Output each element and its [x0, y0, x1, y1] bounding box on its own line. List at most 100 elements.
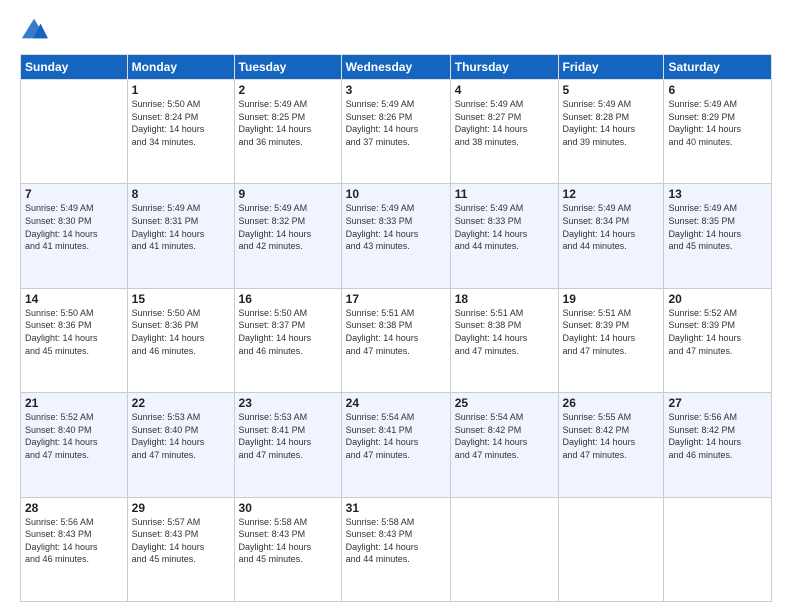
- day-info: Sunrise: 5:50 AMSunset: 8:36 PMDaylight:…: [132, 307, 230, 357]
- day-number: 25: [455, 396, 554, 410]
- day-number: 24: [346, 396, 446, 410]
- day-number: 11: [455, 187, 554, 201]
- day-number: 7: [25, 187, 123, 201]
- day-info: Sunrise: 5:56 AMSunset: 8:43 PMDaylight:…: [25, 516, 123, 566]
- calendar-week-row: 21Sunrise: 5:52 AMSunset: 8:40 PMDayligh…: [21, 393, 772, 497]
- calendar-cell: 16Sunrise: 5:50 AMSunset: 8:37 PMDayligh…: [234, 288, 341, 392]
- day-info: Sunrise: 5:49 AMSunset: 8:33 PMDaylight:…: [455, 202, 554, 252]
- day-info: Sunrise: 5:49 AMSunset: 8:29 PMDaylight:…: [668, 98, 767, 148]
- day-info: Sunrise: 5:53 AMSunset: 8:41 PMDaylight:…: [239, 411, 337, 461]
- day-number: 19: [563, 292, 660, 306]
- calendar-cell: [450, 497, 558, 601]
- day-number: 22: [132, 396, 230, 410]
- day-info: Sunrise: 5:56 AMSunset: 8:42 PMDaylight:…: [668, 411, 767, 461]
- weekday-header: Sunday: [21, 55, 128, 80]
- day-info: Sunrise: 5:52 AMSunset: 8:40 PMDaylight:…: [25, 411, 123, 461]
- day-number: 5: [563, 83, 660, 97]
- calendar-table: SundayMondayTuesdayWednesdayThursdayFrid…: [20, 54, 772, 602]
- calendar-cell: 3Sunrise: 5:49 AMSunset: 8:26 PMDaylight…: [341, 80, 450, 184]
- day-number: 8: [132, 187, 230, 201]
- day-info: Sunrise: 5:49 AMSunset: 8:27 PMDaylight:…: [455, 98, 554, 148]
- day-info: Sunrise: 5:49 AMSunset: 8:33 PMDaylight:…: [346, 202, 446, 252]
- day-number: 1: [132, 83, 230, 97]
- weekday-header: Wednesday: [341, 55, 450, 80]
- calendar-cell: 13Sunrise: 5:49 AMSunset: 8:35 PMDayligh…: [664, 184, 772, 288]
- day-info: Sunrise: 5:54 AMSunset: 8:42 PMDaylight:…: [455, 411, 554, 461]
- calendar-cell: 15Sunrise: 5:50 AMSunset: 8:36 PMDayligh…: [127, 288, 234, 392]
- day-info: Sunrise: 5:55 AMSunset: 8:42 PMDaylight:…: [563, 411, 660, 461]
- weekday-header: Monday: [127, 55, 234, 80]
- weekday-header: Tuesday: [234, 55, 341, 80]
- calendar-cell: 1Sunrise: 5:50 AMSunset: 8:24 PMDaylight…: [127, 80, 234, 184]
- day-info: Sunrise: 5:49 AMSunset: 8:32 PMDaylight:…: [239, 202, 337, 252]
- calendar-cell: 25Sunrise: 5:54 AMSunset: 8:42 PMDayligh…: [450, 393, 558, 497]
- day-number: 17: [346, 292, 446, 306]
- calendar-cell: 19Sunrise: 5:51 AMSunset: 8:39 PMDayligh…: [558, 288, 664, 392]
- calendar-cell: 12Sunrise: 5:49 AMSunset: 8:34 PMDayligh…: [558, 184, 664, 288]
- day-number: 10: [346, 187, 446, 201]
- day-info: Sunrise: 5:51 AMSunset: 8:39 PMDaylight:…: [563, 307, 660, 357]
- day-info: Sunrise: 5:50 AMSunset: 8:36 PMDaylight:…: [25, 307, 123, 357]
- day-number: 3: [346, 83, 446, 97]
- calendar-cell: 17Sunrise: 5:51 AMSunset: 8:38 PMDayligh…: [341, 288, 450, 392]
- calendar-cell: 29Sunrise: 5:57 AMSunset: 8:43 PMDayligh…: [127, 497, 234, 601]
- day-info: Sunrise: 5:51 AMSunset: 8:38 PMDaylight:…: [455, 307, 554, 357]
- calendar-cell: 21Sunrise: 5:52 AMSunset: 8:40 PMDayligh…: [21, 393, 128, 497]
- calendar-cell: [21, 80, 128, 184]
- calendar-cell: 31Sunrise: 5:58 AMSunset: 8:43 PMDayligh…: [341, 497, 450, 601]
- day-info: Sunrise: 5:51 AMSunset: 8:38 PMDaylight:…: [346, 307, 446, 357]
- calendar-cell: 4Sunrise: 5:49 AMSunset: 8:27 PMDaylight…: [450, 80, 558, 184]
- day-number: 21: [25, 396, 123, 410]
- calendar-cell: 18Sunrise: 5:51 AMSunset: 8:38 PMDayligh…: [450, 288, 558, 392]
- day-number: 27: [668, 396, 767, 410]
- day-number: 15: [132, 292, 230, 306]
- day-number: 13: [668, 187, 767, 201]
- day-number: 20: [668, 292, 767, 306]
- calendar-cell: 23Sunrise: 5:53 AMSunset: 8:41 PMDayligh…: [234, 393, 341, 497]
- day-number: 4: [455, 83, 554, 97]
- calendar-cell: 8Sunrise: 5:49 AMSunset: 8:31 PMDaylight…: [127, 184, 234, 288]
- calendar-cell: 24Sunrise: 5:54 AMSunset: 8:41 PMDayligh…: [341, 393, 450, 497]
- calendar-week-row: 1Sunrise: 5:50 AMSunset: 8:24 PMDaylight…: [21, 80, 772, 184]
- day-info: Sunrise: 5:50 AMSunset: 8:24 PMDaylight:…: [132, 98, 230, 148]
- day-number: 28: [25, 501, 123, 515]
- day-number: 14: [25, 292, 123, 306]
- weekday-header-row: SundayMondayTuesdayWednesdayThursdayFrid…: [21, 55, 772, 80]
- calendar-cell: [558, 497, 664, 601]
- calendar-cell: 7Sunrise: 5:49 AMSunset: 8:30 PMDaylight…: [21, 184, 128, 288]
- calendar-cell: 2Sunrise: 5:49 AMSunset: 8:25 PMDaylight…: [234, 80, 341, 184]
- day-info: Sunrise: 5:52 AMSunset: 8:39 PMDaylight:…: [668, 307, 767, 357]
- day-number: 29: [132, 501, 230, 515]
- header: [20, 16, 772, 44]
- day-number: 31: [346, 501, 446, 515]
- calendar-cell: 5Sunrise: 5:49 AMSunset: 8:28 PMDaylight…: [558, 80, 664, 184]
- logo: [20, 16, 50, 44]
- day-info: Sunrise: 5:49 AMSunset: 8:34 PMDaylight:…: [563, 202, 660, 252]
- weekday-header: Thursday: [450, 55, 558, 80]
- day-info: Sunrise: 5:57 AMSunset: 8:43 PMDaylight:…: [132, 516, 230, 566]
- day-number: 18: [455, 292, 554, 306]
- day-number: 26: [563, 396, 660, 410]
- day-info: Sunrise: 5:58 AMSunset: 8:43 PMDaylight:…: [239, 516, 337, 566]
- day-info: Sunrise: 5:49 AMSunset: 8:25 PMDaylight:…: [239, 98, 337, 148]
- logo-icon: [20, 16, 48, 44]
- calendar-cell: 27Sunrise: 5:56 AMSunset: 8:42 PMDayligh…: [664, 393, 772, 497]
- day-info: Sunrise: 5:49 AMSunset: 8:31 PMDaylight:…: [132, 202, 230, 252]
- calendar-cell: 6Sunrise: 5:49 AMSunset: 8:29 PMDaylight…: [664, 80, 772, 184]
- calendar-cell: 28Sunrise: 5:56 AMSunset: 8:43 PMDayligh…: [21, 497, 128, 601]
- weekday-header: Friday: [558, 55, 664, 80]
- day-number: 16: [239, 292, 337, 306]
- day-info: Sunrise: 5:50 AMSunset: 8:37 PMDaylight:…: [239, 307, 337, 357]
- calendar-week-row: 7Sunrise: 5:49 AMSunset: 8:30 PMDaylight…: [21, 184, 772, 288]
- calendar-week-row: 14Sunrise: 5:50 AMSunset: 8:36 PMDayligh…: [21, 288, 772, 392]
- day-number: 2: [239, 83, 337, 97]
- day-info: Sunrise: 5:49 AMSunset: 8:30 PMDaylight:…: [25, 202, 123, 252]
- day-info: Sunrise: 5:49 AMSunset: 8:28 PMDaylight:…: [563, 98, 660, 148]
- calendar-week-row: 28Sunrise: 5:56 AMSunset: 8:43 PMDayligh…: [21, 497, 772, 601]
- day-info: Sunrise: 5:49 AMSunset: 8:35 PMDaylight:…: [668, 202, 767, 252]
- weekday-header: Saturday: [664, 55, 772, 80]
- day-info: Sunrise: 5:49 AMSunset: 8:26 PMDaylight:…: [346, 98, 446, 148]
- day-info: Sunrise: 5:54 AMSunset: 8:41 PMDaylight:…: [346, 411, 446, 461]
- calendar-page: SundayMondayTuesdayWednesdayThursdayFrid…: [0, 0, 792, 612]
- calendar-cell: 22Sunrise: 5:53 AMSunset: 8:40 PMDayligh…: [127, 393, 234, 497]
